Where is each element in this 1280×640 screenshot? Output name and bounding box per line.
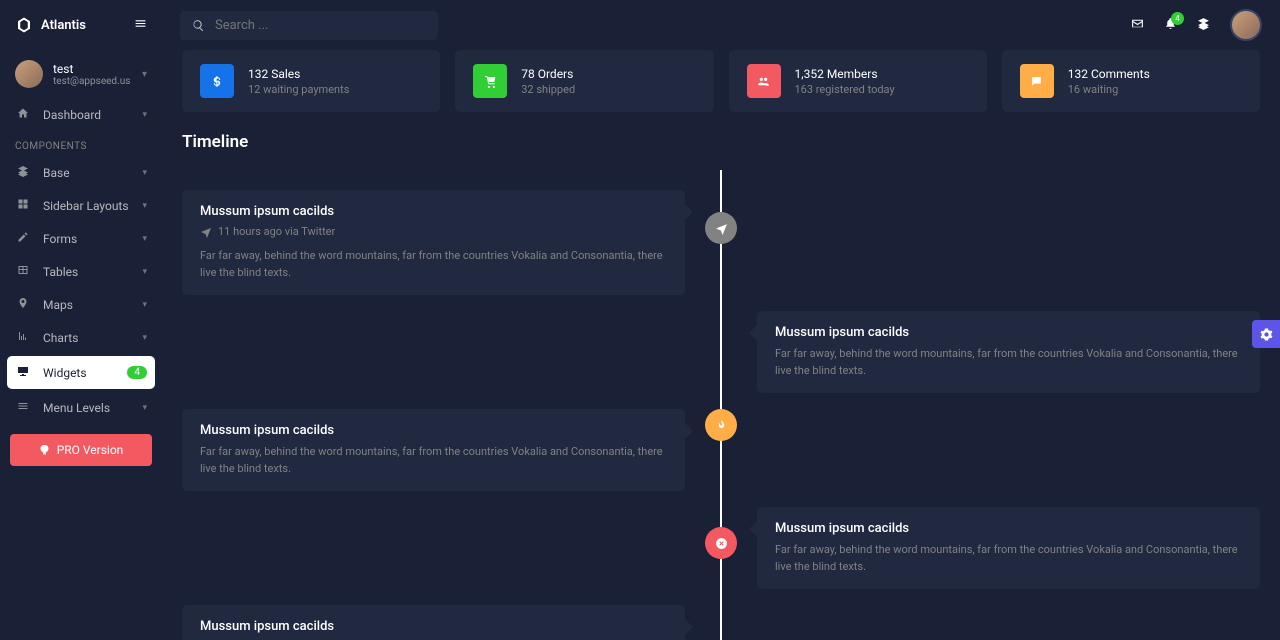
rocket-icon	[39, 444, 51, 456]
comment-icon	[1020, 64, 1054, 98]
timeline: Mussum ipsum cacilds 11 hours ago via Tw…	[182, 170, 1260, 640]
timeline-card-title: Mussum ipsum cacilds	[200, 423, 667, 438]
logo-bar: Atlantis	[0, 0, 162, 50]
search-input[interactable]	[215, 18, 426, 33]
timeline-meta: 11 hours ago via Twitter	[200, 225, 667, 238]
messages-icon[interactable]	[1131, 17, 1144, 34]
pin-icon	[15, 297, 31, 312]
dollar-icon	[200, 64, 234, 98]
timeline-card-title: Mussum ipsum cacilds	[200, 204, 667, 219]
user-name: test	[53, 62, 147, 76]
stat-title: 78 Orders	[521, 67, 575, 81]
pro-version-button[interactable]: PRO Version	[10, 434, 152, 466]
timeline-card-body: Far far away, behind the word mountains,…	[200, 248, 667, 281]
stat-subtitle: 163 registered today	[795, 83, 895, 96]
cart-icon	[473, 64, 507, 98]
section-components: COMPONENTS	[0, 131, 162, 156]
stats-row: 132 Sales 12 waiting payments 78 Orders 32…	[182, 50, 1260, 112]
nav-charts[interactable]: Charts▾	[0, 321, 162, 354]
timeline-card: Mussum ipsum cacilds Far far away, behin…	[182, 605, 685, 640]
sidebar: Atlantis test test@appseed.us ▾ Dashboar…	[0, 0, 162, 640]
timeline-card: Mussum ipsum cacilds 11 hours ago via Tw…	[182, 190, 685, 295]
plane-icon	[705, 212, 737, 244]
timeline-title: Timeline	[182, 132, 1260, 152]
stat-card[interactable]: 132 Comments 16 waiting	[1002, 50, 1260, 112]
timeline-row: Mussum ipsum cacilds Far far away, behin…	[182, 311, 1260, 393]
timeline-card: Mussum ipsum cacilds Far far away, behin…	[757, 507, 1260, 589]
nav-maps[interactable]: Maps▾	[0, 288, 162, 321]
timeline-row: Mussum ipsum cacilds Far far away, behin…	[182, 605, 1260, 640]
timeline-card: Mussum ipsum cacilds Far far away, behin…	[182, 409, 685, 491]
user-menu-avatar[interactable]	[1230, 9, 1262, 41]
main-nav: Dashboard▾ COMPONENTS Base▾ Sidebar Layo…	[0, 98, 162, 424]
stat-title: 132 Comments	[1068, 67, 1150, 81]
nav-tables[interactable]: Tables▾	[0, 255, 162, 288]
timeline-card-title: Mussum ipsum cacilds	[775, 325, 1242, 340]
table-icon	[15, 264, 31, 279]
home-icon	[15, 107, 31, 122]
timeline-card-body: Far far away, behind the word mountains,…	[775, 542, 1242, 575]
stat-card[interactable]: 78 Orders 32 shipped	[455, 50, 713, 112]
fire-icon	[705, 409, 737, 441]
bars-icon	[15, 400, 31, 415]
timeline-card-body: Far far away, behind the word mountains,…	[200, 444, 667, 477]
nav-widgets[interactable]: Widgets4	[7, 356, 155, 389]
stat-title: 132 Sales	[248, 67, 349, 81]
main: 4 132 Sales 12 waiting payments 78 Orders…	[162, 0, 1280, 640]
search-icon	[192, 19, 205, 32]
topbar: 4	[162, 0, 1280, 50]
nav-dashboard[interactable]: Dashboard▾	[0, 98, 162, 131]
brand-name: Atlantis	[41, 18, 86, 33]
user-avatar	[15, 60, 43, 88]
edit-icon	[15, 231, 31, 246]
sidebar-toggle-icon[interactable]	[134, 17, 147, 34]
stat-card[interactable]: 1,352 Members 163 registered today	[729, 50, 987, 112]
nav-base[interactable]: Base▾	[0, 156, 162, 189]
nav-forms[interactable]: Forms▾	[0, 222, 162, 255]
timeline-card-body: Far far away, behind the word mountains,…	[775, 346, 1242, 379]
desktop-icon	[15, 365, 31, 380]
content: 132 Sales 12 waiting payments 78 Orders 32…	[162, 50, 1280, 640]
stat-title: 1,352 Members	[795, 67, 895, 81]
timeline-card-title: Mussum ipsum cacilds	[200, 619, 667, 634]
stat-card[interactable]: 132 Sales 12 waiting payments	[182, 50, 440, 112]
stat-subtitle: 16 waiting	[1068, 83, 1150, 96]
chevron-down-icon: ▾	[142, 110, 147, 120]
brand-logo[interactable]: Atlantis	[15, 16, 86, 34]
gear-icon	[1260, 328, 1273, 341]
close-icon	[705, 527, 737, 559]
timeline-row: Mussum ipsum cacilds 11 hours ago via Tw…	[182, 190, 1260, 295]
nav-sidebar-layouts[interactable]: Sidebar Layouts▾	[0, 189, 162, 222]
search-box[interactable]	[180, 11, 438, 40]
stat-subtitle: 32 shipped	[521, 83, 575, 96]
stat-subtitle: 12 waiting payments	[248, 83, 349, 96]
timeline-card: Mussum ipsum cacilds Far far away, behin…	[757, 311, 1260, 393]
notifications-icon[interactable]: 4	[1164, 17, 1177, 34]
notification-badge: 4	[1171, 12, 1184, 25]
widgets-badge: 4	[127, 366, 147, 379]
layers-menu-icon[interactable]	[1197, 17, 1210, 34]
nav-menu-levels[interactable]: Menu Levels▾	[0, 391, 162, 424]
th-icon	[15, 198, 31, 213]
settings-drawer-toggle[interactable]	[1252, 320, 1280, 348]
chevron-down-icon: ▾	[142, 69, 147, 80]
chart-icon	[15, 330, 31, 345]
timeline-card-title: Mussum ipsum cacilds	[775, 521, 1242, 536]
layers-icon	[15, 165, 31, 180]
user-email: test@appseed.us	[53, 76, 147, 87]
users-icon	[747, 64, 781, 98]
logo-icon	[15, 16, 33, 34]
user-section[interactable]: test test@appseed.us ▾	[0, 50, 162, 98]
